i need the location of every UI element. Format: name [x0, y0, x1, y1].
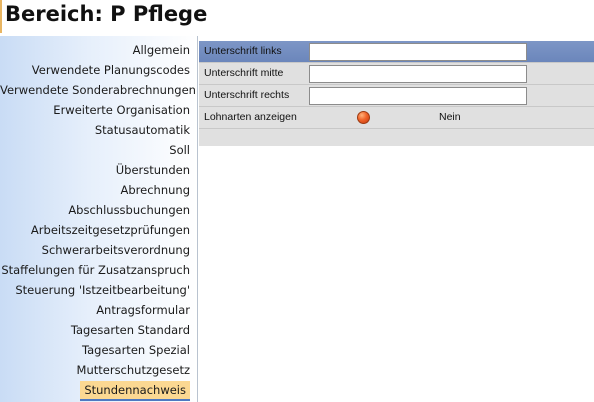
sidebar-item-soll[interactable]: Soll: [0, 140, 194, 160]
unterschrift-mitte-input[interactable]: [309, 65, 527, 83]
sidebar-item-label: Statusautomatik: [94, 123, 190, 137]
row-unterschrift-links[interactable]: Unterschrift links: [199, 41, 594, 63]
row-label: Unterschrift rechts: [204, 89, 290, 101]
sidebar: Allgemein Verwendete Planungscodes Verwe…: [0, 36, 198, 402]
settings-panel: Unterschrift links Unterschrift mitte Un…: [199, 36, 594, 402]
sidebar-item-label: Abrechnung: [120, 183, 191, 197]
row-unterschrift-mitte[interactable]: Unterschrift mitte: [199, 63, 594, 85]
sidebar-item-label: Tagesarten Standard: [70, 323, 190, 337]
sidebar-item-abrechnung[interactable]: Abrechnung: [0, 180, 194, 200]
sidebar-item-steuerung-istzeit[interactable]: Steuerung 'Istzeitbearbeitung': [0, 280, 194, 300]
sidebar-item-label: Steuerung 'Istzeitbearbeitung': [15, 283, 190, 297]
sidebar-item-staffelungen[interactable]: Staffelungen für Zusatzanspruch: [0, 260, 194, 280]
sidebar-item-planungscodes[interactable]: Verwendete Planungscodes: [0, 60, 194, 80]
sidebar-item-ueberstunden[interactable]: Überstunden: [0, 160, 194, 180]
sidebar-item-label: Mutterschutzgesetz: [76, 363, 190, 377]
toggle-state-text: Nein: [439, 111, 461, 123]
sidebar-item-label: Stundennachweis: [80, 381, 190, 401]
sidebar-item-label: Abschlussbuchungen: [68, 203, 190, 217]
row-label: Unterschrift mitte: [204, 67, 284, 79]
sidebar-item-schwerarbeitsverordnung[interactable]: Schwerarbeitsverordnung: [0, 240, 194, 260]
sidebar-item-stundennachweis[interactable]: Stundennachweis: [0, 380, 194, 401]
row-lohnarten-anzeigen[interactable]: Lohnarten anzeigen Nein: [199, 107, 594, 129]
sidebar-item-arbeitszeitgesetzpruefungen[interactable]: Arbeitszeitgesetzprüfungen: [0, 220, 194, 240]
sidebar-item-label: Verwendete Sonderabrechnungen: [0, 83, 196, 97]
sidebar-item-label: Erweiterte Organisation: [53, 103, 190, 117]
sidebar-item-sonderabrechnungen[interactable]: Verwendete Sonderabrechnungen: [0, 80, 196, 100]
sidebar-item-label: Überstunden: [115, 163, 190, 177]
sidebar-item-tagesarten-standard[interactable]: Tagesarten Standard: [0, 320, 194, 340]
sidebar-item-label: Staffelungen für Zusatzanspruch: [1, 263, 190, 277]
unterschrift-rechts-input[interactable]: [309, 87, 527, 105]
row-label: Unterschrift links: [204, 45, 282, 57]
page-title: Bereich: P Pflege: [5, 2, 208, 26]
sidebar-item-statusautomatik[interactable]: Statusautomatik: [0, 120, 194, 140]
sidebar-item-erweiterte-organisation[interactable]: Erweiterte Organisation: [0, 100, 194, 120]
sidebar-item-label: Tagesarten Spezial: [82, 343, 190, 357]
title-bar: Bereich: P Pflege: [0, 0, 594, 33]
sidebar-item-label: Antragsformular: [96, 303, 190, 317]
sidebar-item-label: Schwerarbeitsverordnung: [41, 243, 190, 257]
toggle-status-icon[interactable]: [357, 111, 370, 124]
sidebar-item-mutterschutzgesetz[interactable]: Mutterschutzgesetz: [0, 360, 194, 380]
sidebar-item-label: Allgemein: [132, 43, 190, 57]
sidebar-item-tagesarten-spezial[interactable]: Tagesarten Spezial: [0, 340, 194, 360]
sidebar-item-label: Arbeitszeitgesetzprüfungen: [30, 223, 190, 237]
sidebar-item-antragsformular[interactable]: Antragsformular: [0, 300, 194, 320]
row-label: Lohnarten anzeigen: [204, 111, 297, 123]
sidebar-nav: Allgemein Verwendete Planungscodes Verwe…: [0, 40, 196, 401]
row-unterschrift-rechts[interactable]: Unterschrift rechts: [199, 85, 594, 107]
sidebar-item-allgemein[interactable]: Allgemein: [0, 40, 194, 60]
sidebar-item-label: Verwendete Planungscodes: [31, 63, 190, 77]
unterschrift-links-input[interactable]: [309, 43, 527, 61]
sidebar-item-abschlussbuchungen[interactable]: Abschlussbuchungen: [0, 200, 194, 220]
settings-rows: Unterschrift links Unterschrift mitte Un…: [199, 41, 594, 146]
sidebar-item-label: Soll: [169, 143, 190, 157]
